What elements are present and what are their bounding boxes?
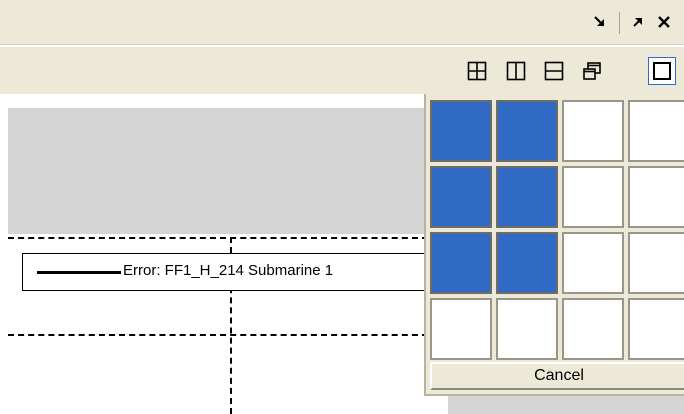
grid-cell-r1-c3[interactable] xyxy=(562,100,624,162)
cascade-windows-icon[interactable] xyxy=(578,57,606,85)
grid-cell-r2-c3[interactable] xyxy=(562,166,624,228)
title-bar xyxy=(0,0,684,45)
title-bar-separator xyxy=(619,12,620,34)
popup-shadow xyxy=(448,396,684,414)
grid-cell-r2-c4[interactable] xyxy=(628,166,684,228)
gridline-horizontal-bottom xyxy=(8,334,428,336)
cancel-button[interactable]: Cancel xyxy=(430,362,684,390)
split-vertical-icon[interactable] xyxy=(502,57,530,85)
layout-grid xyxy=(430,100,684,360)
grid-cell-r4-c1[interactable] xyxy=(430,298,492,360)
legend-label: Error: FF1_H_214 Submarine 1 xyxy=(123,262,334,279)
grid-cell-r1-c2[interactable] xyxy=(496,100,558,162)
grid-cell-r3-c4[interactable] xyxy=(628,232,684,294)
legend-box: Error: FF1_H_214 Submarine 1 xyxy=(22,253,442,291)
grid-cell-r4-c4[interactable] xyxy=(628,298,684,360)
layout-toolbar xyxy=(0,46,684,94)
single-pane-icon[interactable] xyxy=(648,57,676,85)
grid-2x2-icon[interactable] xyxy=(463,57,491,85)
grid-cell-r4-c2[interactable] xyxy=(496,298,558,360)
grid-cell-r3-c2[interactable] xyxy=(496,232,558,294)
legend-line-swatch xyxy=(37,271,121,274)
undock-icon[interactable] xyxy=(627,11,649,33)
grid-cell-r4-c3[interactable] xyxy=(562,298,624,360)
grid-cell-r3-c3[interactable] xyxy=(562,232,624,294)
gridline-horizontal-top xyxy=(8,237,428,239)
close-icon[interactable] xyxy=(653,11,675,33)
grid-cell-r3-c1[interactable] xyxy=(430,232,492,294)
split-horizontal-icon[interactable] xyxy=(540,57,568,85)
grid-cell-r1-c4[interactable] xyxy=(628,100,684,162)
layout-picker-popup: Cancel xyxy=(424,94,684,396)
dock-icon[interactable] xyxy=(589,11,611,33)
grid-cell-r2-c2[interactable] xyxy=(496,166,558,228)
grid-cell-r1-c1[interactable] xyxy=(430,100,492,162)
grid-cell-r2-c1[interactable] xyxy=(430,166,492,228)
